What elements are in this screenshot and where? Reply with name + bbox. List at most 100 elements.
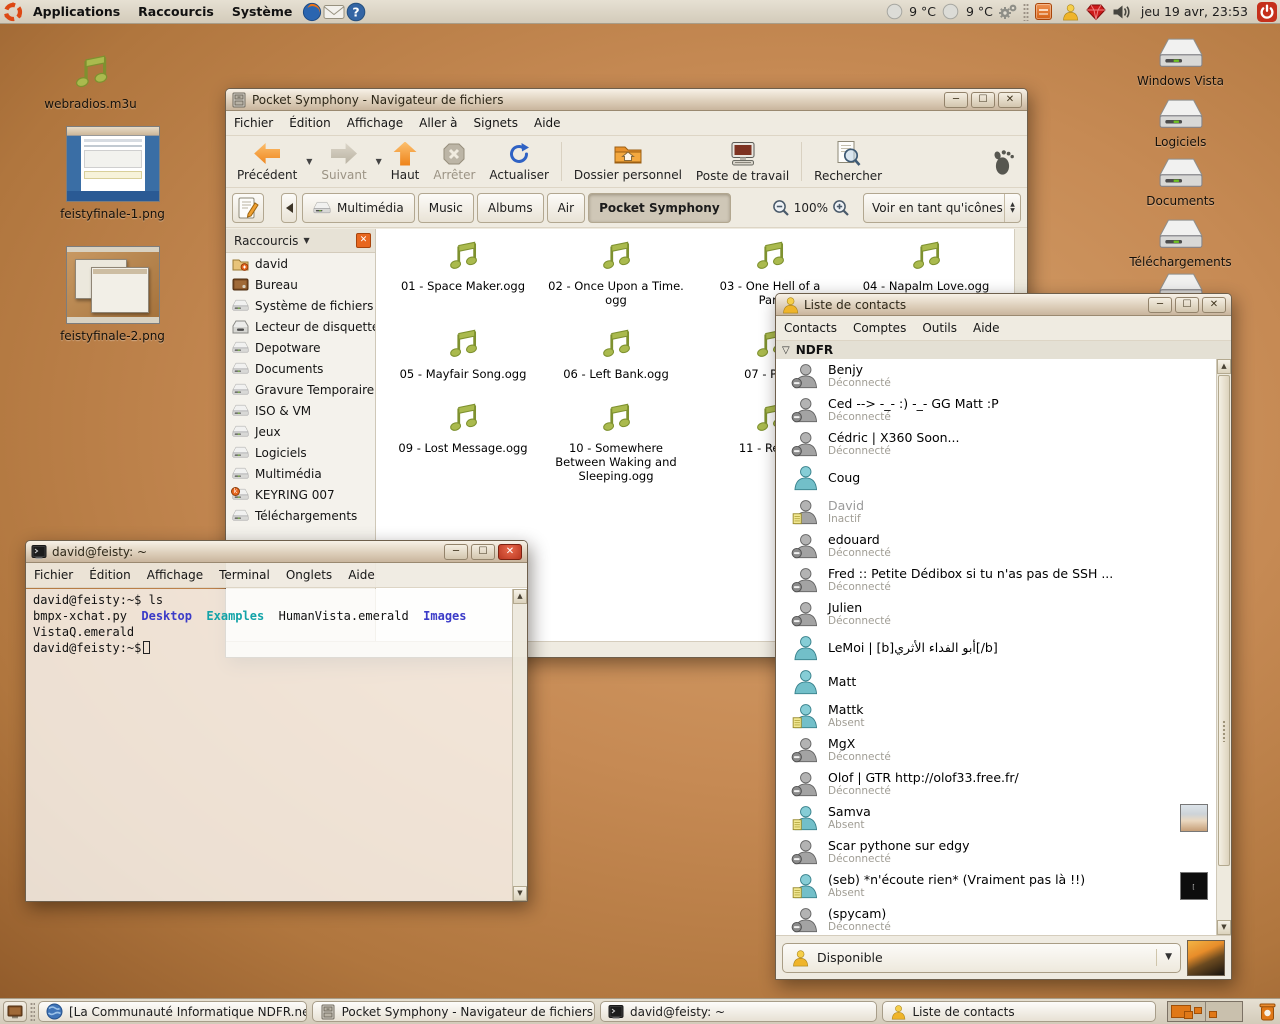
volume-icon[interactable] — [1111, 1, 1133, 23]
dropdown-arrow-icon[interactable]: ▼ — [1156, 949, 1172, 966]
menu-signets[interactable]: Signets — [466, 111, 527, 135]
menu-raccourcis[interactable]: Raccourcis — [129, 2, 223, 21]
maximize-button[interactable]: ☐ — [471, 544, 495, 560]
path-button-air[interactable]: Air — [547, 193, 585, 223]
menu-affichage[interactable]: Affichage — [339, 111, 411, 135]
stop-button[interactable]: Arrêter — [426, 138, 482, 185]
path-scroll-left-button[interactable] — [281, 193, 297, 223]
spin-arrows-icon[interactable]: ▲▼ — [1004, 194, 1020, 222]
terminal-output[interactable]: david@feisty:~$ ls bmpx-xchat.py Desktop… — [26, 589, 512, 901]
menu-aide[interactable]: Aide — [965, 316, 1008, 340]
power-icon[interactable] — [1256, 1, 1278, 23]
contact-row[interactable]: (spycam)Déconnecté — [776, 903, 1216, 935]
sidebar-item-multim-dia[interactable]: Multimédia — [226, 463, 375, 484]
workspace-1[interactable] — [1168, 1002, 1206, 1021]
home-folder-button[interactable]: Dossier personnel — [567, 138, 689, 185]
contact-row[interactable]: MgXDéconnecté — [776, 733, 1216, 767]
terminal-titlebar[interactable]: david@feisty: ~ ─ ☐ ✕ — [26, 541, 527, 563]
menu-dition[interactable]: Édition — [81, 563, 139, 587]
path-button-pocketsymphony[interactable]: Pocket Symphony — [588, 193, 731, 223]
bmpx-icon[interactable] — [1033, 1, 1055, 23]
desktop-icon-feistyfinale-2-png[interactable]: feistyfinale-2.png — [55, 246, 170, 344]
desktop-drive-logiciels[interactable]: Logiciels — [1118, 97, 1243, 150]
menu-outils[interactable]: Outils — [914, 316, 965, 340]
minimize-button[interactable]: ─ — [944, 92, 968, 108]
dropdown-arrow-icon[interactable]: ▼ — [304, 138, 314, 185]
menu-contacts[interactable]: Contacts — [776, 316, 845, 340]
menu-fichier[interactable]: Fichier — [226, 111, 281, 135]
close-button[interactable]: ✕ — [498, 544, 522, 560]
scrollbar-thumb[interactable] — [1218, 375, 1230, 866]
menu-onglets[interactable]: Onglets — [278, 563, 340, 587]
contact-row[interactable]: JulienDéconnecté — [776, 597, 1216, 631]
sidebar-item-lecteur-de-disquettes[interactable]: Lecteur de disquettes — [226, 316, 375, 337]
workspace-switcher[interactable] — [1167, 1001, 1243, 1022]
dropdown-arrow-icon[interactable]: ▼ — [374, 138, 384, 185]
path-button-multimdia[interactable]: Multimédia — [302, 193, 415, 223]
contact-row[interactable]: Olof | GTR http://olof33.free.fr/Déconne… — [776, 767, 1216, 801]
contact-row[interactable]: Scar pythone sur edgyDéconnecté — [776, 835, 1216, 869]
view-mode-combo[interactable]: Voir en tant qu'icônes ▲▼ — [863, 193, 1021, 223]
path-button-music[interactable]: Music — [418, 193, 474, 223]
task-button-2[interactable]: Pocket Symphony - Navigateur de fichiers — [312, 1001, 595, 1022]
contact-row[interactable]: MattkAbsent — [776, 699, 1216, 733]
zoom-out-icon[interactable] — [772, 199, 790, 217]
computer-button[interactable]: Poste de travail — [689, 138, 796, 185]
menu-aide[interactable]: Aide — [340, 563, 383, 587]
contact-row[interactable]: Cédric | X360 Soon...Déconnecté — [776, 427, 1216, 461]
sidebar-item-gravure-temporaire[interactable]: Gravure Temporaire — [226, 379, 375, 400]
sidebar-item-keyring-007[interactable]: kKEYRING 007 — [226, 484, 375, 505]
menu-systeme[interactable]: Système — [223, 2, 302, 21]
sidebar-item-jeux[interactable]: Jeux — [226, 421, 375, 442]
menu-fichier[interactable]: Fichier — [26, 563, 81, 587]
menu-terminal[interactable]: Terminal — [211, 563, 278, 587]
contact-row[interactable]: (seb) *n'écoute rien* (Vraiment pas là !… — [776, 869, 1216, 903]
file-item[interactable]: 06 - Left Bank.ogg — [541, 325, 691, 381]
arrow-right-button[interactable]: Suivant — [314, 138, 373, 185]
file-item[interactable]: 10 - Somewhere Between Waking and Sleepi… — [541, 399, 691, 483]
firefox-icon[interactable] — [301, 1, 323, 23]
file-manager-titlebar[interactable]: Pocket Symphony - Navigateur de fichiers… — [226, 89, 1027, 111]
sidebar-item-bureau[interactable]: Bureau — [226, 274, 375, 295]
path-button-albums[interactable]: Albums — [477, 193, 544, 223]
desktop-drive-documents[interactable]: Documents — [1118, 156, 1243, 209]
task-button-1[interactable]: [La Communauté Informatique NDFR.net... — [38, 1001, 307, 1022]
file-item[interactable]: 09 - Lost Message.ogg — [388, 399, 538, 455]
menu-dition[interactable]: Édition — [281, 111, 339, 135]
menu-aide[interactable]: Aide — [526, 111, 569, 135]
desktop-icon-feistyfinale-1-png[interactable]: feistyfinale-1.png — [55, 126, 170, 222]
sidebar-item-syst-me-de-fichiers[interactable]: Système de fichiers — [226, 295, 375, 316]
user-avatar[interactable] — [1187, 940, 1225, 976]
desktop-drive-t-l-chargements[interactable]: Téléchargements — [1118, 217, 1243, 270]
contact-row[interactable]: BenjyDéconnecté — [776, 359, 1216, 393]
gears-icon[interactable] — [997, 1, 1019, 23]
help-icon[interactable]: ? — [345, 1, 367, 23]
arrow-up-button[interactable]: Haut — [384, 138, 427, 185]
ubuntu-logo-icon[interactable] — [2, 1, 24, 23]
contact-row[interactable]: Coug — [776, 461, 1216, 495]
close-button[interactable]: ✕ — [998, 92, 1022, 108]
contact-row[interactable]: LeMoi | [b]أبو الفداء الأثري[/b] — [776, 631, 1216, 665]
sidebar-item-logiciels[interactable]: Logiciels — [226, 442, 375, 463]
contact-list-titlebar[interactable]: Liste de contacts ─ ☐ ✕ — [776, 294, 1231, 316]
scroll-down-icon[interactable]: ▼ — [513, 886, 527, 901]
gem-icon[interactable] — [1085, 1, 1107, 23]
sidebar-item-iso-vm[interactable]: ISO & VM — [226, 400, 375, 421]
sidebar-item-t-l-chargements[interactable]: Téléchargements — [226, 505, 375, 526]
contact-row[interactable]: edouardDéconnecté — [776, 529, 1216, 563]
contact-group-header[interactable]: ▽ NDFR — [776, 341, 1231, 360]
sidebar-item-documents[interactable]: Documents — [226, 358, 375, 379]
contact-row[interactable]: Ced --> -_- :) -_- GG Matt :PDéconnecté — [776, 393, 1216, 427]
sidebar-close-icon[interactable]: ✕ — [356, 233, 371, 248]
expander-icon[interactable]: ▽ — [782, 345, 790, 356]
menu-comptes[interactable]: Comptes — [845, 316, 914, 340]
clock[interactable]: jeu 19 avr, 23:53 — [1137, 4, 1252, 19]
mail-icon[interactable] — [323, 1, 345, 23]
file-item[interactable]: 01 - Space Maker.ogg — [388, 237, 538, 293]
zoom-in-icon[interactable] — [832, 199, 850, 217]
scroll-up-icon[interactable]: ▲ — [1217, 359, 1231, 374]
search-button[interactable]: Rechercher — [807, 138, 889, 185]
task-button-4[interactable]: Liste de contacts — [882, 1001, 1156, 1022]
contact-row[interactable]: Fred :: Petite Dédibox si tu n'as pas de… — [776, 563, 1216, 597]
minimize-button[interactable]: ─ — [1148, 297, 1172, 313]
